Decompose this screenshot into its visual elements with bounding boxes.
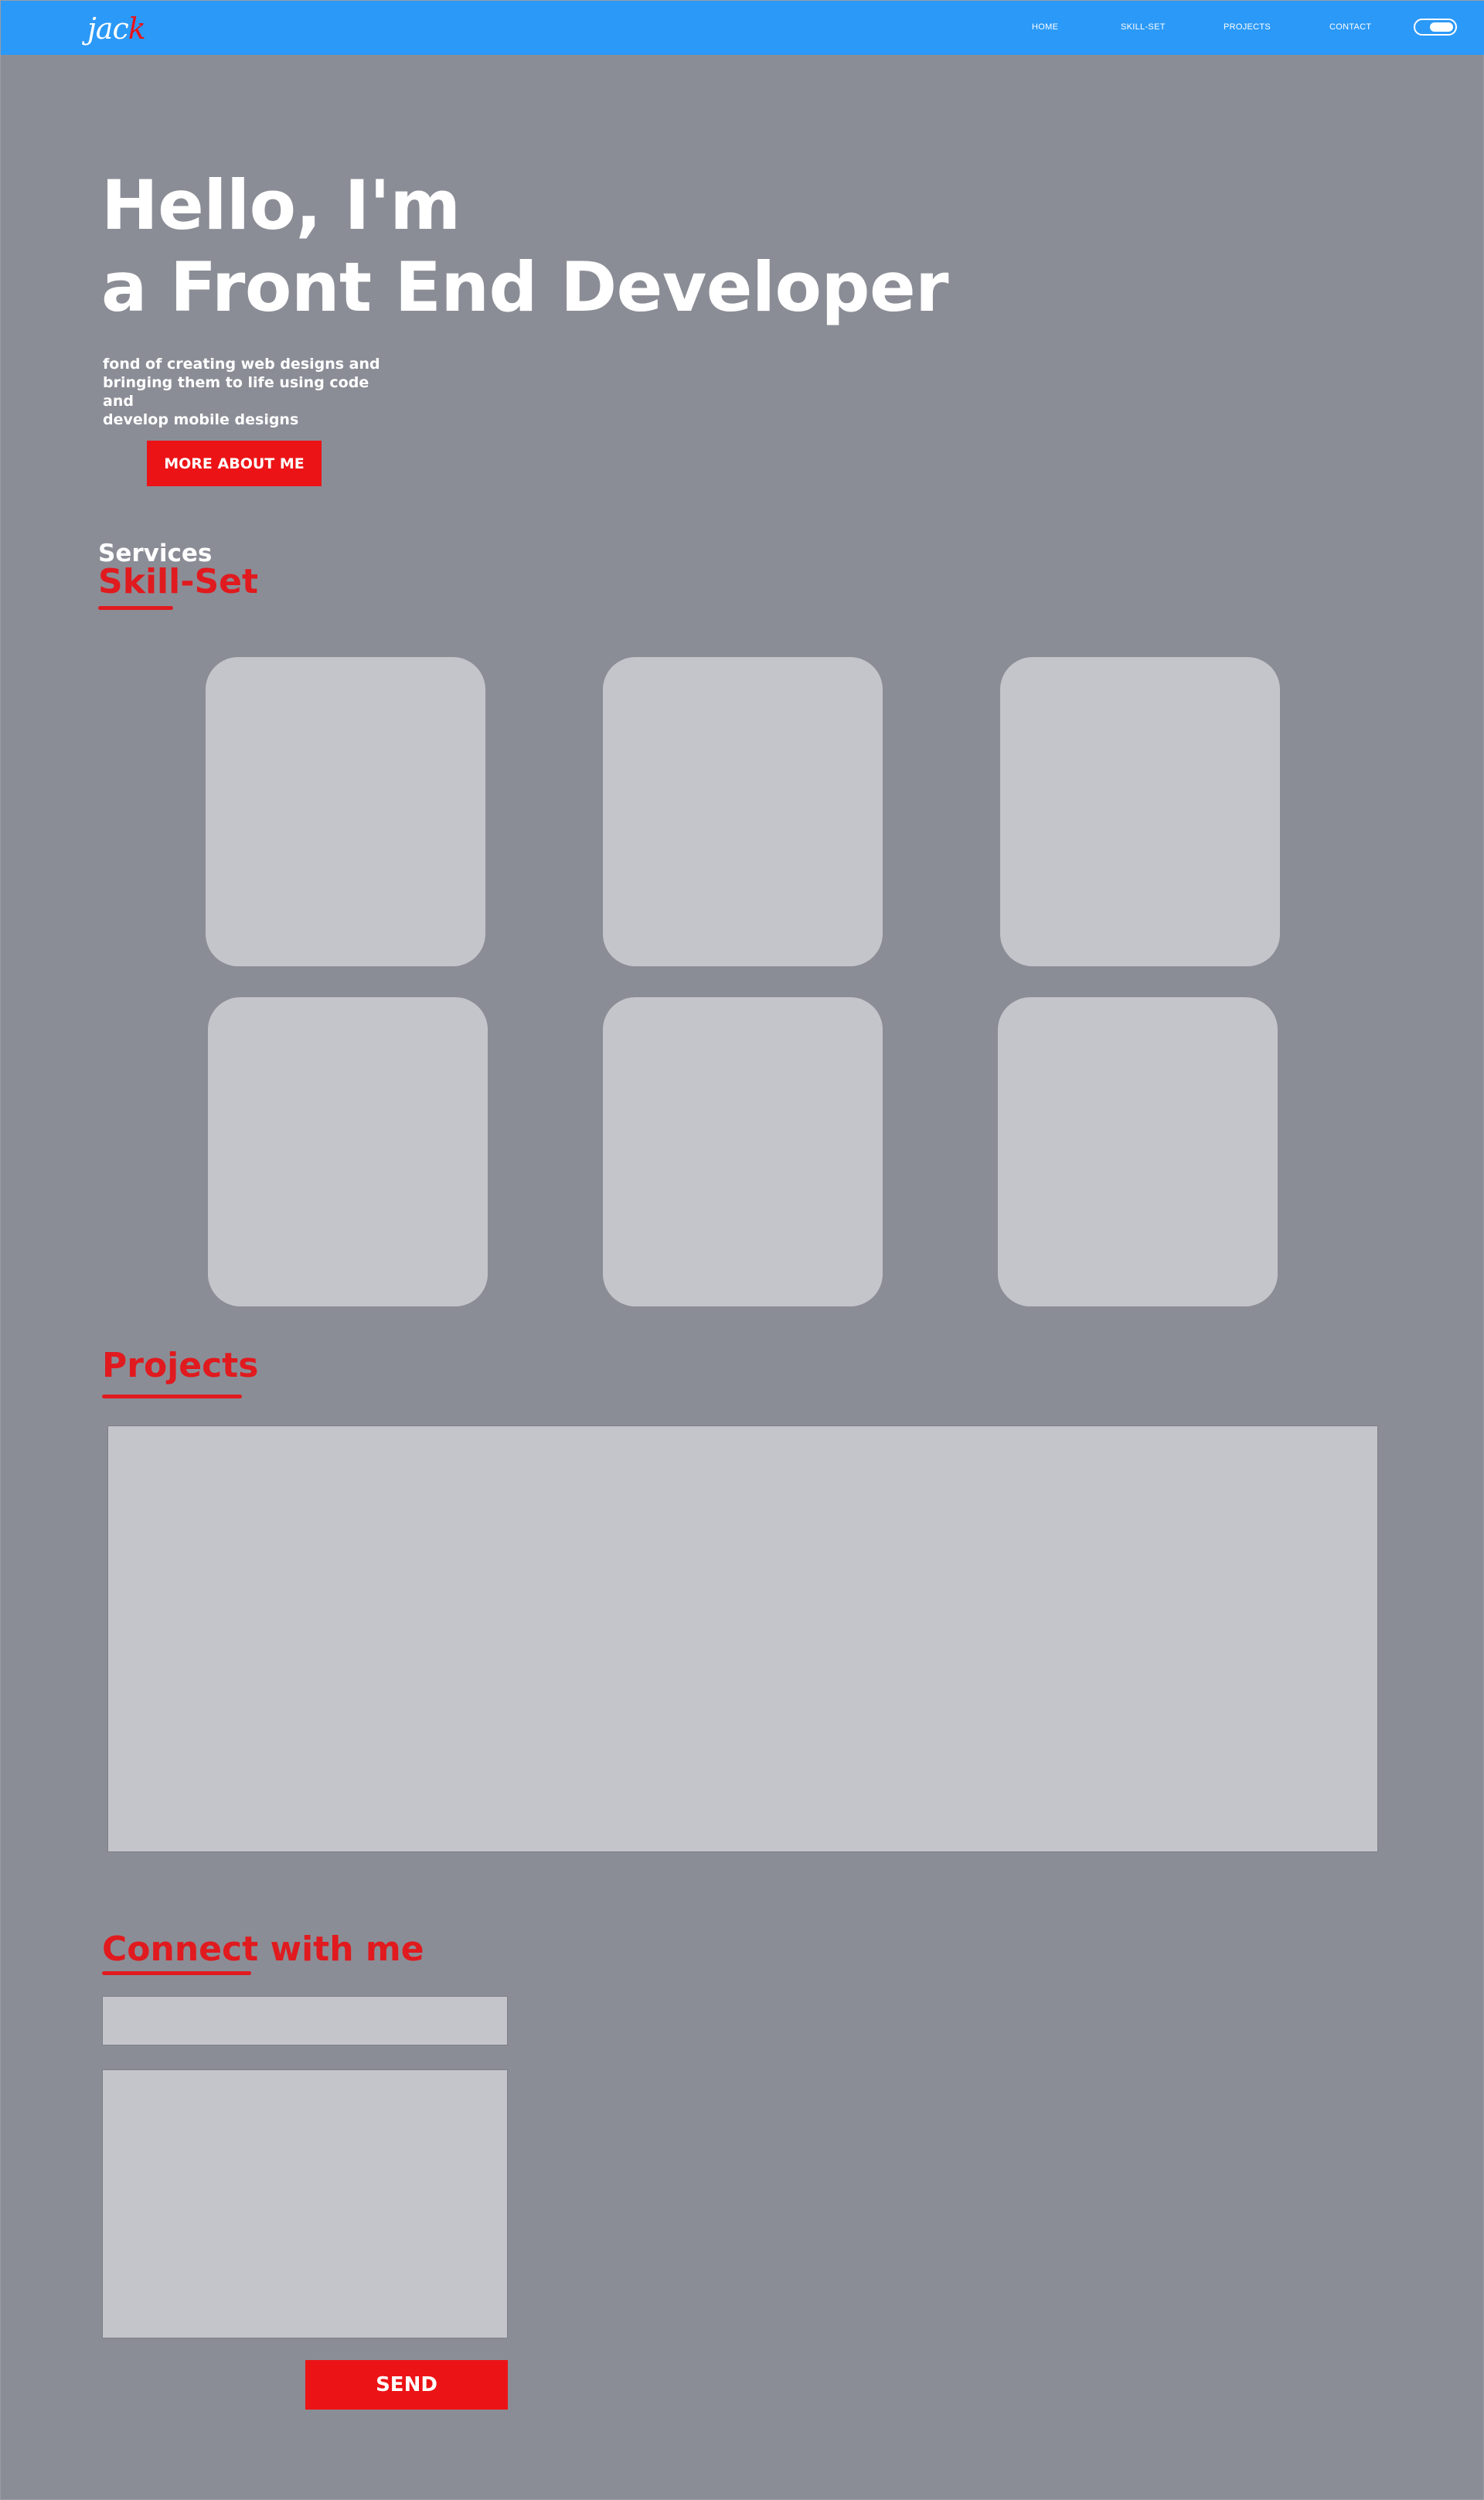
skill-card-3[interactable]	[1000, 657, 1280, 966]
projects-showcase[interactable]	[107, 1425, 1378, 1852]
logo[interactable]: jack	[87, 12, 146, 46]
nav-skillset[interactable]: SKILL-SET	[1121, 22, 1166, 32]
more-about-me-button[interactable]: MORE ABOUT ME	[147, 441, 322, 486]
contact-input[interactable]	[102, 1996, 508, 2045]
hero-subtitle-line3: develop mobile designs	[103, 411, 299, 428]
projects-heading: Projects	[102, 1346, 259, 1385]
skill-card-2[interactable]	[603, 657, 883, 966]
hero-subtitle-line2: bringing them to life using code and	[103, 374, 369, 410]
theme-toggle[interactable]	[1414, 19, 1457, 36]
hero-subtitle-line1: fond of creating web designs and	[103, 356, 380, 373]
connect-heading-part1: Connect	[102, 1929, 259, 1969]
skill-card-1[interactable]	[206, 657, 485, 966]
nav-home[interactable]: HOME	[1032, 22, 1058, 32]
hero-title-line1: Hello, I'm	[101, 165, 461, 245]
connect-heading: Connect with me	[102, 1929, 424, 1969]
skill-card-5[interactable]	[603, 997, 883, 1306]
connect-underline	[102, 1971, 251, 1975]
message-textarea[interactable]	[102, 2069, 508, 2338]
logo-accent: k	[128, 12, 146, 46]
navbar: jack HOME SKILL-SET PROJECTS CONTACT	[1, 1, 1484, 55]
nav-contact[interactable]: CONTACT	[1329, 22, 1371, 32]
skill-card-6[interactable]	[998, 997, 1278, 1306]
toggle-knob	[1430, 22, 1453, 32]
send-button[interactable]: SEND	[305, 2360, 508, 2410]
skillset-underline	[98, 606, 173, 610]
hero-title-line2: a Front End Developer	[101, 247, 949, 327]
logo-text: jac	[87, 12, 129, 46]
hero-title: Hello, I'm a Front End Developer	[101, 165, 949, 329]
nav-projects[interactable]: PROJECTS	[1224, 22, 1271, 32]
hero-subtitle: fond of creating web designs and bringin…	[103, 355, 397, 429]
skillset-heading: Skill-Set	[98, 562, 259, 601]
connect-heading-part2: with me	[258, 1929, 424, 1969]
projects-underline	[102, 1395, 242, 1398]
skill-card-4[interactable]	[208, 997, 488, 1306]
